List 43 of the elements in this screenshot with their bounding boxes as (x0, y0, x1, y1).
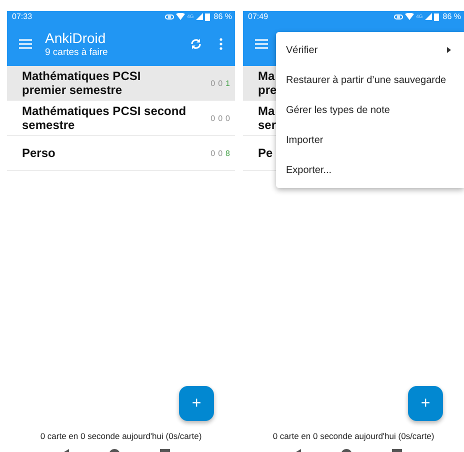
deck-name: Perso (22, 146, 56, 160)
card-count: 0 (210, 78, 216, 88)
card-count: 1 (226, 78, 230, 88)
card-count: 0 (210, 114, 216, 122)
due-cards-subtitle: 9 cartes à faire (45, 46, 109, 58)
deck-name: Ma pre (258, 69, 277, 97)
menu-item[interactable]: Importer (276, 125, 464, 155)
menu-icon[interactable] (255, 39, 268, 49)
app-title: AnkiDroid (45, 30, 107, 46)
wifi-icon (405, 13, 414, 20)
battery-icon (204, 12, 210, 20)
add-button[interactable]: + (179, 386, 214, 421)
sync-icon[interactable] (190, 38, 202, 50)
card-count: 8 (226, 148, 230, 158)
menu-item[interactable]: Exporter... (276, 155, 464, 185)
deck-name: Ma ser (258, 104, 276, 132)
deck-name: Pe (258, 146, 273, 160)
deck-name: Mathématiques PCSI premier semestre (22, 69, 141, 97)
menu-icon[interactable] (19, 39, 32, 49)
menu-item[interactable]: Restaurer à partir d’une sauvegarde (276, 65, 464, 95)
card-count: 0 (218, 78, 223, 88)
battery-level: 86 % (214, 12, 232, 21)
wifi-icon (176, 13, 186, 20)
study-stats: 0 carte en 0 seconde aujourd'hui (0s/carte) (39, 431, 203, 443)
deck-row[interactable]: Mathématiques PCSI premier semestre 0 0 1 (7, 66, 235, 101)
card-count: 0 (210, 148, 216, 158)
battery-level: 86 % (442, 12, 461, 21)
deck-name: Mathématiques PCSI second semestre (22, 104, 186, 132)
status-time: 07:33 (12, 12, 32, 21)
menu-item[interactable]: Gérer les types de note (276, 95, 464, 125)
signal-icon (196, 13, 203, 20)
card-count: 0 (218, 148, 223, 158)
signal-icon (424, 13, 432, 20)
study-stats: 0 carte en 0 seconde aujourd'hui (0s/carte) (272, 431, 436, 443)
status-time: 07:49 (248, 12, 268, 21)
more-options-icon[interactable] (219, 38, 223, 50)
add-button[interactable]: + (408, 386, 443, 421)
card-count: 0 (226, 114, 230, 122)
card-count: 0 (218, 114, 223, 122)
link-icon (165, 14, 174, 20)
link-icon (394, 14, 404, 20)
battery-icon (434, 12, 439, 20)
menu-item[interactable]: Vérifier (276, 35, 464, 65)
